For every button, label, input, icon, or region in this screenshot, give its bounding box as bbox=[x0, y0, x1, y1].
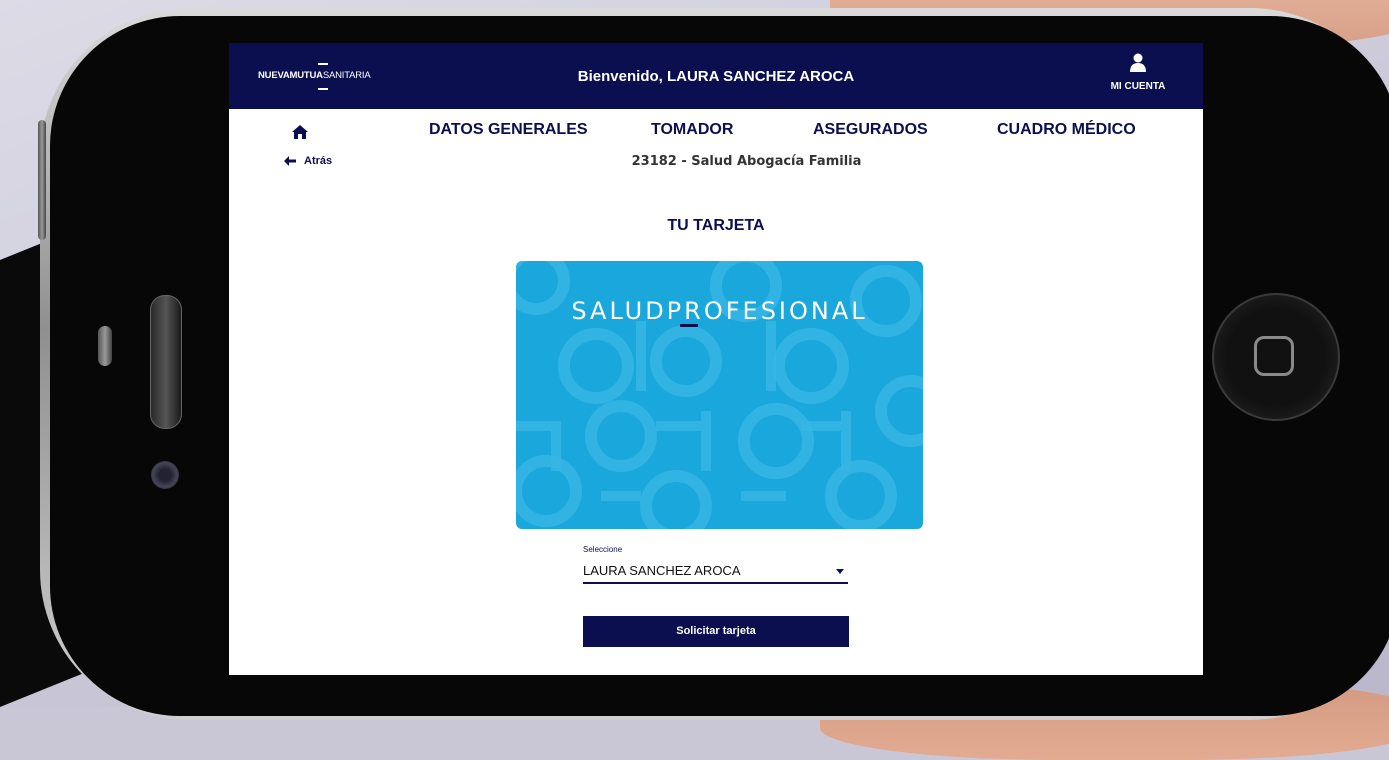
logo-dash-top bbox=[318, 63, 328, 65]
card-brand: SALUDPROFESIONAL bbox=[571, 297, 868, 325]
app-screen: NUEVAMUTUASANITARIA Bienvenido, LAURA SA… bbox=[229, 43, 1203, 675]
insured-select[interactable]: LAURA SANCHEZ AROCA bbox=[583, 560, 848, 584]
logo-dash-bottom bbox=[318, 88, 328, 90]
top-bar: NUEVAMUTUASANITARIA Bienvenido, LAURA SA… bbox=[229, 43, 1203, 109]
section-title: TU TARJETA bbox=[667, 217, 765, 234]
user-icon bbox=[1130, 53, 1146, 72]
phone-speaker bbox=[150, 295, 182, 429]
phone-volume-button bbox=[98, 326, 112, 366]
chevron-down-icon bbox=[836, 569, 844, 574]
insurance-card: SALUDPROFESIONAL bbox=[516, 261, 923, 529]
home-icon[interactable] bbox=[291, 124, 309, 140]
tab-tomador[interactable]: TOMADOR bbox=[651, 121, 733, 139]
card-brand-mark bbox=[680, 324, 698, 327]
account-button[interactable]: MI CUENTA bbox=[1103, 53, 1173, 92]
request-card-button[interactable]: Solicitar tarjeta bbox=[583, 616, 849, 647]
account-label: MI CUENTA bbox=[1110, 81, 1166, 92]
welcome-message: Bienvenido, LAURA SANCHEZ AROCA bbox=[577, 68, 855, 85]
tab-cuadro-medico[interactable]: CUADRO MÉDICO bbox=[997, 121, 1136, 139]
policy-title: 23182 - Salud Abogacía Familia bbox=[631, 154, 862, 169]
nav-bar: DATOS GENERALES TOMADOR ASEGURADOS CUADR… bbox=[229, 109, 1203, 149]
tab-datos-generales[interactable]: DATOS GENERALES bbox=[429, 121, 588, 139]
phone-side-button bbox=[38, 120, 46, 240]
home-square-icon bbox=[1254, 336, 1294, 376]
camera-icon bbox=[151, 461, 179, 489]
tab-asegurados[interactable]: ASEGURADOS bbox=[813, 121, 928, 139]
select-label: Seleccione bbox=[583, 545, 623, 554]
select-value: LAURA SANCHEZ AROCA bbox=[583, 563, 741, 578]
